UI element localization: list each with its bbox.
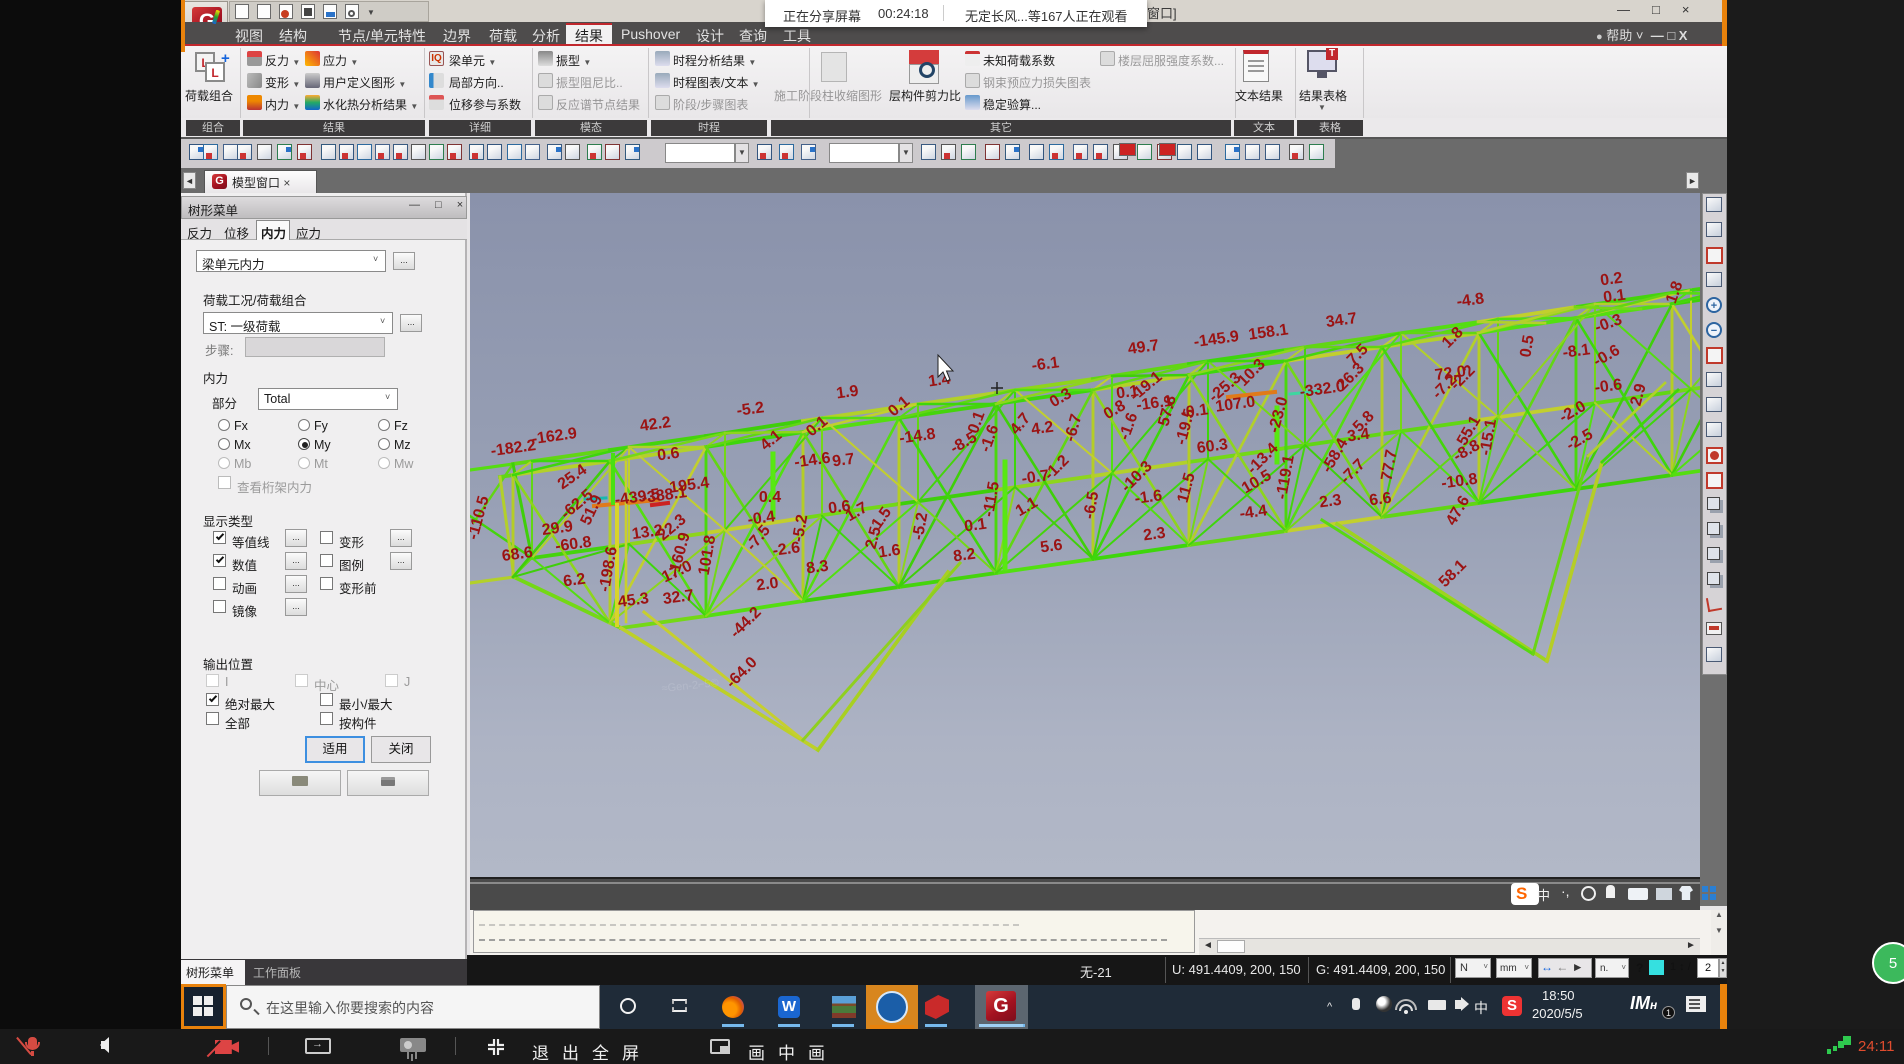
svg-text:8.3: 8.3 [805,558,829,578]
svg-text:-5.2: -5.2 [910,511,932,541]
svg-text:45.3: 45.3 [617,590,650,611]
svg-text:1.9: 1.9 [835,383,859,403]
svg-text:-1.6: -1.6 [1134,487,1164,508]
svg-text:195.4: 195.4 [668,474,710,496]
svg-text:-5.2: -5.2 [790,513,812,543]
svg-text:0.1: 0.1 [1602,287,1626,307]
svg-text:-6.5: -6.5 [1081,490,1103,520]
svg-text:-110.5: -110.5 [470,494,493,541]
svg-text:-4.4: -4.4 [1239,502,1269,523]
svg-text:-8.1: -8.1 [1562,341,1592,362]
svg-text:8.2: 8.2 [952,546,976,566]
svg-text:5.6: 5.6 [1039,537,1063,557]
svg-text:9.7: 9.7 [831,451,855,471]
svg-text:58.1: 58.1 [1436,557,1470,591]
svg-text:-4.8: -4.8 [1456,290,1486,311]
svg-text:-162.9: -162.9 [531,425,578,448]
svg-text:-23.0: -23.0 [1266,395,1292,435]
svg-text:4.1: 4.1 [757,427,785,454]
svg-text:2.3: 2.3 [1142,525,1166,545]
svg-text:-145.9: -145.9 [1193,328,1240,351]
svg-text:-182.2: -182.2 [490,437,537,460]
svg-text:158.1: 158.1 [1247,321,1289,343]
svg-text:-14.8: -14.8 [898,426,937,448]
svg-text:-0.6: -0.6 [1594,376,1624,397]
svg-text:0.6: 0.6 [656,445,680,465]
svg-text:-10.8: -10.8 [1440,471,1479,493]
svg-text:-60.8: -60.8 [554,534,593,556]
svg-text:-5.2: -5.2 [736,399,766,420]
svg-text:1.6: 1.6 [877,542,901,562]
svg-text:-2.5: -2.5 [1564,426,1596,455]
svg-text:-6.7: -6.7 [1062,412,1086,443]
svg-text:6.6: 6.6 [1368,490,1392,510]
svg-text:-0.1: -0.1 [1180,401,1210,422]
svg-text:32.7: 32.7 [662,587,695,608]
svg-text:2.3: 2.3 [1318,492,1342,512]
svg-text:60.3: 60.3 [1196,436,1229,457]
svg-text:4.2: 4.2 [1030,419,1054,439]
svg-text:0.4: 0.4 [759,489,781,506]
svg-text:≈Gen-2⌐5©: ≈Gen-2⌐5© [661,677,719,695]
svg-text:42.2: 42.2 [639,414,672,435]
svg-text:-11.5: -11.5 [980,480,1003,518]
svg-text:34.7: 34.7 [1325,310,1358,331]
svg-text:-6.1: -6.1 [1031,354,1061,375]
svg-text:2.0: 2.0 [755,575,779,595]
svg-text:-64.0: -64.0 [723,654,761,692]
svg-text:0.5: 0.5 [1517,334,1538,359]
svg-text:49.7: 49.7 [1127,337,1160,358]
svg-text:47.6: 47.6 [1443,493,1473,529]
svg-text:6.2: 6.2 [562,571,586,591]
svg-text:11.5: 11.5 [1175,471,1199,505]
svg-text:0.1: 0.1 [963,516,987,536]
